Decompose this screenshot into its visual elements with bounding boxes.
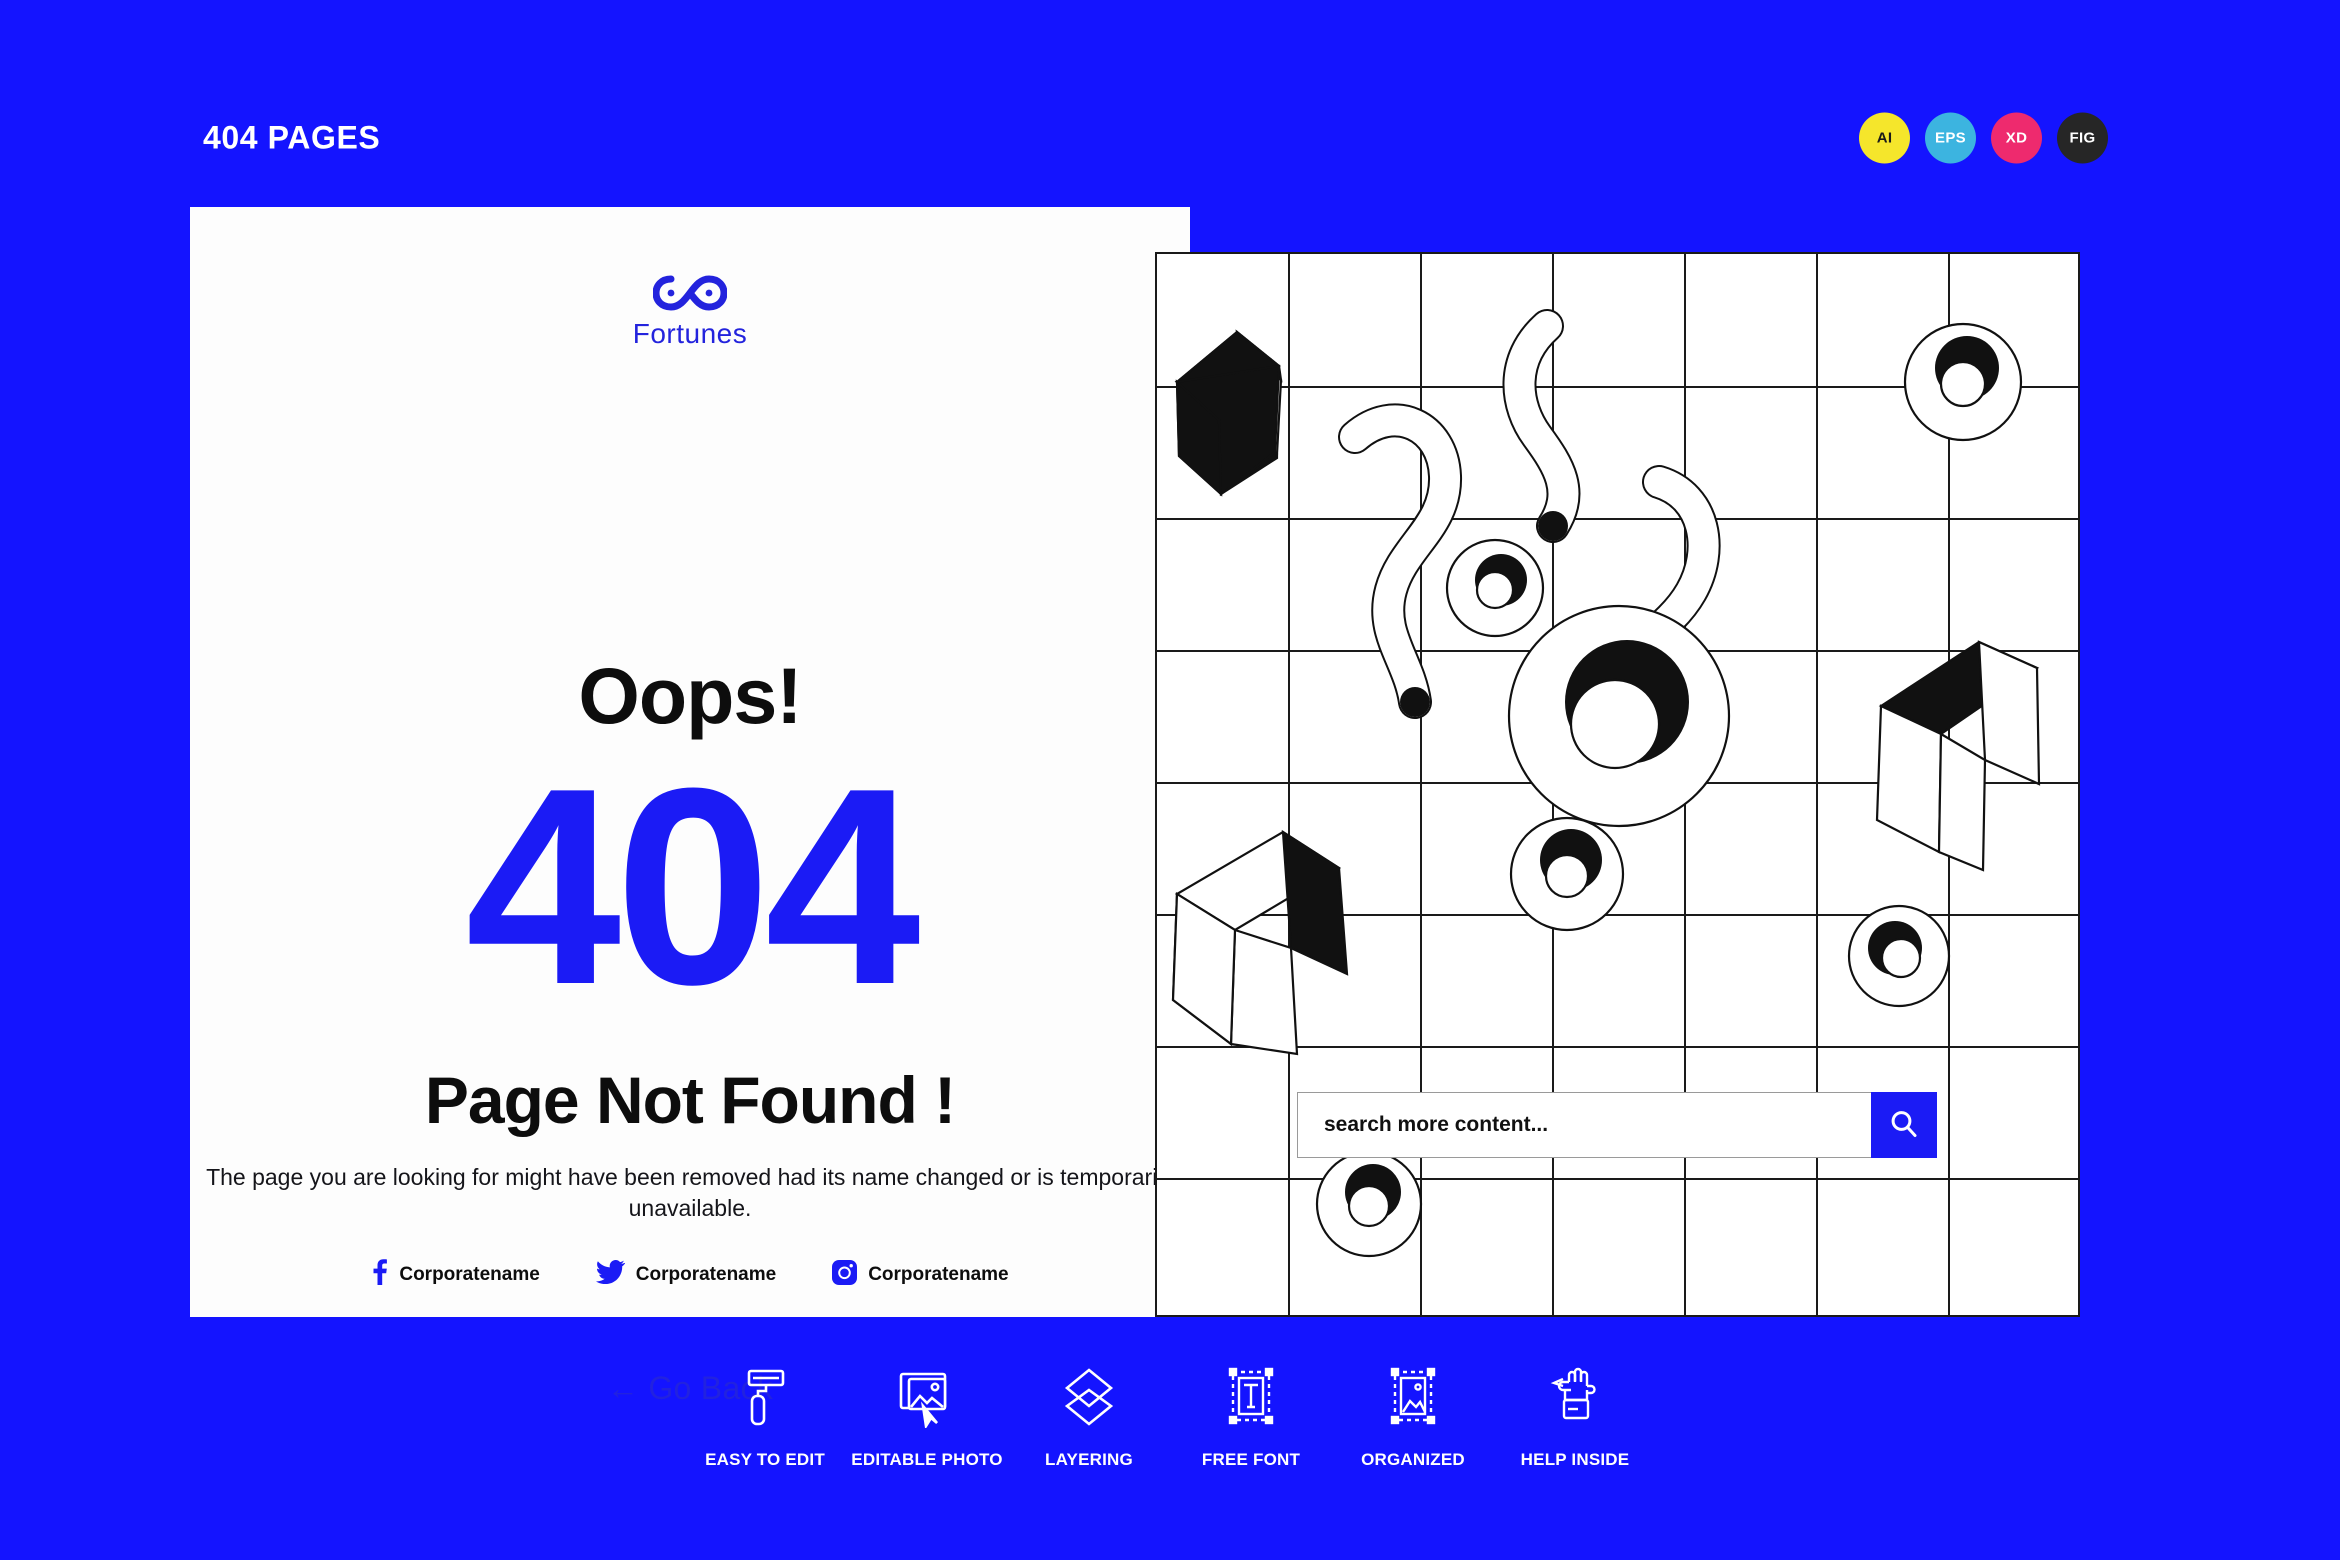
error-code: 404 — [465, 731, 920, 1043]
feature-easy-to-edit: EASY TO EDIT — [684, 1360, 846, 1470]
layers-icon — [1061, 1360, 1117, 1434]
social-link-label: Corporatename — [635, 1263, 777, 1285]
feature-free-font: FREE FONT — [1170, 1360, 1332, 1470]
feature-label: EASY TO EDIT — [705, 1450, 825, 1469]
feature-layering: LAYERING — [1008, 1360, 1170, 1470]
infinity-icon — [652, 275, 728, 316]
feature-editable-photo: EDITABLE PHOTO — [846, 1360, 1008, 1470]
search-icon — [1888, 1108, 1920, 1143]
social-links: Corporatename Corporatename Corporatenam… — [190, 1259, 1190, 1290]
feature-label: EDITABLE PHOTO — [851, 1450, 1003, 1469]
feature-strip: EASY TO EDIT EDITABLE PHOTO LAYERING FRE… — [0, 1360, 2340, 1470]
feature-help-inside: HELP INSIDE — [1494, 1360, 1656, 1470]
help-hand-icon — [1547, 1360, 1603, 1434]
social-link-label: Corporatename — [868, 1263, 1009, 1285]
feature-label: FREE FONT — [1201, 1450, 1301, 1469]
paint-roller-icon — [739, 1360, 791, 1434]
feature-label: ORGANIZED — [1361, 1450, 1465, 1469]
feature-label: HELP INSIDE — [1520, 1450, 1630, 1469]
oops-text: Oops! — [578, 651, 802, 740]
error-description: The page you are looking for might have … — [206, 1164, 1174, 1222]
social-link-label: Corporatename — [399, 1263, 540, 1285]
illustration-panel — [1155, 252, 2080, 1317]
page-title: 404 PAGES — [203, 119, 381, 156]
free-font-icon — [1225, 1360, 1277, 1434]
error-heading: Page Not Found ! — [424, 1063, 956, 1137]
editable-photo-icon — [897, 1360, 957, 1434]
format-badge-label: EPS — [1935, 129, 1966, 147]
social-link-instagram[interactable]: Corporatename — [832, 1259, 1009, 1290]
feature-organized: ORGANIZED — [1332, 1360, 1494, 1470]
feature-label: LAYERING — [1045, 1450, 1133, 1469]
search-button[interactable] — [1871, 1092, 1937, 1158]
brand-logo-text: Fortunes — [632, 318, 748, 349]
format-badge-label: XD — [2005, 129, 2028, 147]
brand-logo[interactable]: Fortunes — [190, 275, 1190, 350]
format-badge-ai[interactable]: AI — [1859, 112, 1910, 164]
page-header: 404 PAGES AI EPS XD FIG — [0, 0, 2340, 207]
instagram-icon — [832, 1259, 858, 1290]
facebook-icon — [371, 1259, 388, 1290]
format-badge-label: AI — [1876, 129, 1893, 147]
search-bar — [1297, 1092, 1937, 1158]
organized-icon — [1387, 1360, 1439, 1434]
social-link-facebook[interactable]: Corporatename — [371, 1259, 540, 1290]
twitter-icon — [595, 1260, 625, 1289]
format-badge-eps[interactable]: EPS — [1925, 112, 1976, 164]
format-badge-group: AI EPS XD FIG — [1859, 112, 2108, 164]
search-input[interactable] — [1297, 1092, 1871, 1158]
format-badge-xd[interactable]: XD — [1991, 112, 2042, 164]
format-badge-label: FIG — [2069, 129, 2096, 147]
error-card: Fortunes Oops! 404 Page Not Found ! The … — [190, 207, 1190, 1406]
format-badge-fig[interactable]: FIG — [2057, 112, 2108, 164]
social-link-twitter[interactable]: Corporatename — [595, 1259, 777, 1290]
